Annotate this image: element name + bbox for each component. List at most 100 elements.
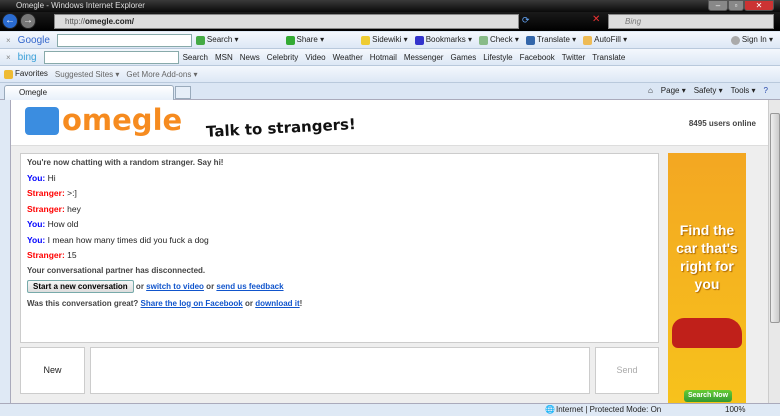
google-toolbar: × Google Search ▾ Share ▾ Sidewiki ▾ Boo…	[0, 32, 780, 49]
ad-text: Find the car that's right for you	[676, 222, 738, 292]
bing-item[interactable]: Hotmail	[370, 53, 397, 62]
chat-message: Stranger: >:]	[27, 188, 77, 198]
address-row: ← → http://omegle.com/ ⟳ ✕ Bing	[0, 12, 780, 31]
status-bar: 🌐 Internet | Protected Mode: On 100%	[0, 403, 780, 416]
bing-item[interactable]: MSN	[215, 53, 233, 62]
refresh-icon[interactable]: ⟳	[522, 15, 530, 26]
omegle-logo[interactable]: omegle	[62, 103, 182, 137]
share-facebook-link[interactable]: Share the log on Facebook	[141, 299, 243, 308]
bing-item[interactable]: Twitter	[562, 53, 586, 62]
chat-log: You're now chatting with a random strang…	[20, 153, 659, 343]
get-addons[interactable]: Get More Add-ons ▾	[126, 70, 197, 79]
scrollbar[interactable]	[768, 100, 780, 403]
disconnect-message: Your conversational partner has disconne…	[27, 265, 206, 275]
share-button[interactable]: Share ▾	[285, 35, 324, 45]
translate-button[interactable]: Translate ▾	[525, 35, 576, 45]
intro-message: You're now chatting with a random strang…	[27, 158, 224, 167]
page-content: omegle Talk to strangers! 8495 users onl…	[11, 100, 768, 403]
star-icon	[414, 35, 424, 45]
search-placeholder: Bing	[625, 17, 642, 26]
star-icon	[4, 69, 13, 79]
sign-in-button[interactable]: Sign In ▾	[730, 35, 773, 45]
ad-search-button[interactable]: Search Now	[684, 390, 732, 402]
message-input[interactable]	[90, 347, 590, 394]
chat-message: You: Hi	[27, 172, 56, 183]
sidebar	[0, 100, 11, 403]
home-icon[interactable]: ⌂	[648, 86, 653, 95]
actions-line: Start a new conversation or switch to vi…	[27, 280, 652, 293]
check-button[interactable]: Check ▾	[478, 35, 519, 45]
share-icon	[285, 35, 295, 45]
bing-item[interactable]: Video	[305, 53, 325, 62]
google-icon	[195, 35, 205, 45]
bing-search-input[interactable]	[43, 50, 179, 64]
maximize-button[interactable]: ▫	[728, 0, 744, 11]
window-title: Omegle - Windows Internet Explorer	[16, 1, 145, 10]
help-icon[interactable]: ?	[764, 86, 768, 95]
google-logo: Google	[17, 34, 50, 46]
zoom-level[interactable]: 100%	[725, 404, 745, 416]
users-online: 8495 users online	[688, 119, 756, 128]
close-toolbar-icon[interactable]: ×	[6, 53, 11, 62]
page-menu[interactable]: Page ▾	[661, 86, 686, 95]
tagline: Talk to strangers!	[205, 115, 357, 141]
close-button[interactable]: ✕	[744, 0, 774, 11]
safety-menu[interactable]: Safety ▾	[694, 86, 723, 95]
omegle-logo-icon	[25, 107, 59, 135]
bing-item[interactable]: Messenger	[404, 53, 444, 62]
bing-item[interactable]: Translate	[592, 53, 625, 62]
share-line: Was this conversation great? Share the l…	[27, 298, 303, 308]
favorites-button[interactable]: Favorites	[4, 69, 48, 79]
feedback-link[interactable]: send us feedback	[216, 282, 283, 291]
bing-item[interactable]: Celebrity	[267, 53, 299, 62]
bing-item[interactable]: Lifestyle	[483, 53, 512, 62]
bing-item[interactable]: Games	[450, 53, 476, 62]
bing-toolbar: × bing Search MSN News Celebrity Video W…	[0, 49, 780, 66]
autofill-icon	[583, 35, 593, 45]
sidewiki-icon	[361, 35, 371, 45]
tab-label: Omegle	[19, 88, 48, 97]
address-bar[interactable]: http://omegle.com/	[54, 14, 519, 29]
forward-button[interactable]: →	[20, 13, 36, 29]
google-search-input[interactable]	[56, 33, 192, 47]
car-image	[672, 318, 742, 348]
chat-message: You: How old	[27, 219, 79, 229]
new-conversation-button[interactable]: Start a new conversation	[27, 280, 134, 293]
switch-to-video-link[interactable]: switch to video	[146, 282, 204, 291]
bing-logo: bing	[17, 51, 37, 63]
chat-message: You: I mean how many times did you fuck …	[27, 234, 209, 245]
bing-item[interactable]: Search	[183, 53, 208, 62]
title-bar: Omegle - Windows Internet Explorer	[0, 0, 780, 12]
download-link[interactable]: download it	[255, 299, 299, 308]
tab-omegle[interactable]: Omegle	[4, 85, 174, 100]
suggested-sites[interactable]: Suggested Sites ▾	[55, 70, 120, 79]
globe-icon: 🌐	[545, 405, 555, 414]
user-icon	[730, 35, 740, 45]
new-button[interactable]: New	[20, 347, 85, 394]
chat-message: Stranger: 15	[27, 250, 77, 260]
google-search-button[interactable]: Search ▾	[195, 35, 239, 45]
bing-item[interactable]: News	[240, 53, 260, 62]
chat-message: Stranger: hey	[27, 203, 81, 214]
back-button[interactable]: ←	[2, 13, 18, 29]
minimize-button[interactable]: –	[708, 0, 728, 11]
site-header: omegle Talk to strangers! 8495 users onl…	[11, 100, 768, 146]
search-input[interactable]: Bing	[608, 14, 774, 29]
command-bar: ⌂ Page ▾ Safety ▾ Tools ▾ ?	[648, 86, 768, 95]
tools-menu[interactable]: Tools ▾	[731, 86, 756, 95]
bing-item[interactable]: Facebook	[520, 53, 555, 62]
autofill-button[interactable]: AutoFill ▾	[583, 35, 627, 45]
close-toolbar-icon[interactable]: ×	[6, 36, 11, 45]
url-domain: omegle.com/	[85, 17, 134, 26]
sidewiki-button[interactable]: Sidewiki ▾	[361, 35, 408, 45]
send-button[interactable]: Send	[595, 347, 659, 394]
stop-icon[interactable]: ✕	[592, 14, 600, 25]
bing-item[interactable]: Weather	[333, 53, 363, 62]
url-prefix: http://	[65, 17, 86, 26]
scrollbar-thumb[interactable]	[770, 113, 780, 323]
advertisement[interactable]: Find the car that's right for you Search…	[668, 153, 746, 403]
bookmarks-button[interactable]: Bookmarks ▾	[414, 35, 472, 45]
security-zone: Internet | Protected Mode: On	[556, 405, 662, 414]
new-tab-button[interactable]	[175, 86, 191, 99]
translate-icon	[525, 35, 535, 45]
